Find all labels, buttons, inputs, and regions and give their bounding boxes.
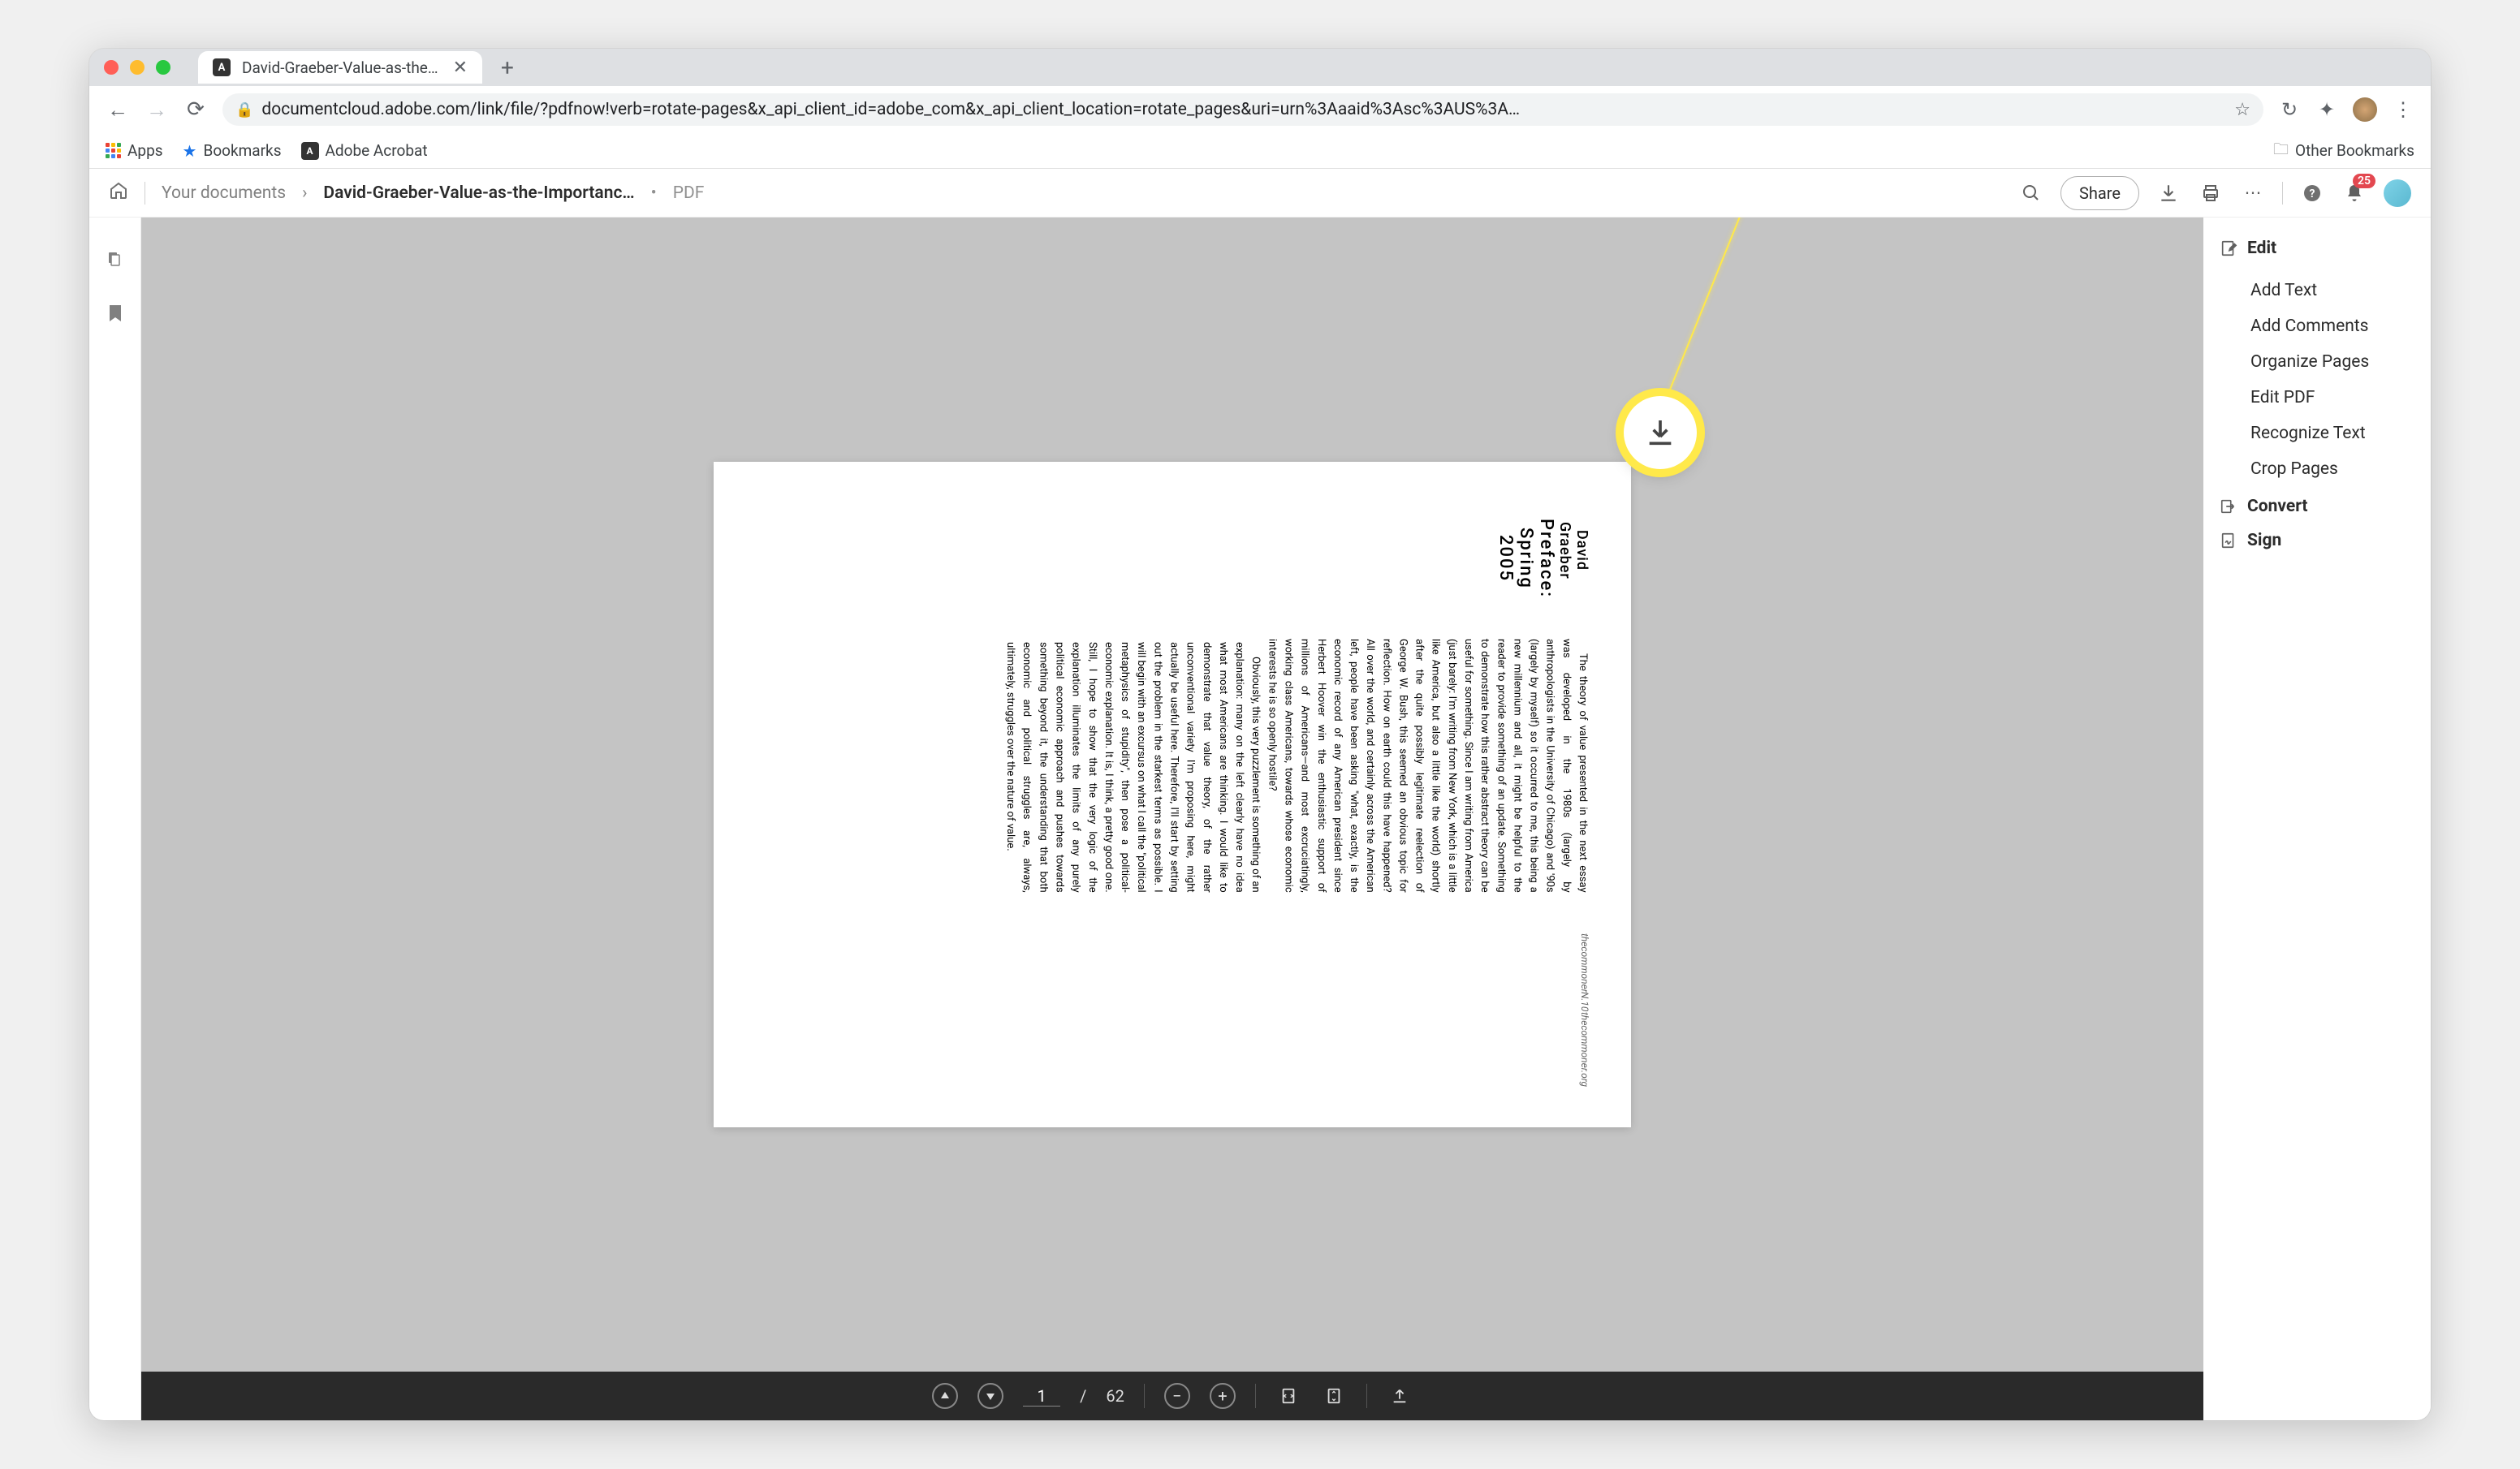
home-icon[interactable] [109,181,128,205]
forward-button[interactable]: → [145,97,169,123]
notification-badge: 25 [2353,174,2375,188]
doc-footer-right: thecommoner.org [754,1012,1590,1087]
fit-page-button[interactable] [1321,1383,1347,1409]
omnibox[interactable]: 🔒 documentcloud.adobe.com/link/file/?pdf… [222,93,2263,126]
fit-width-button[interactable] [1275,1383,1301,1409]
filetype-sep: • [651,183,657,203]
doc-paragraph-1: The theory of value presented in the nex… [1263,639,1590,893]
notifications-button[interactable]: 25 [2341,180,2367,206]
close-window-button[interactable] [104,60,119,75]
app-content: Your documents › David-Graeber-Value-as-… [89,169,2431,1420]
tab-title: David-Graeber-Value-as-the-I… [242,58,442,77]
acrobat-label: Adobe Acrobat [326,141,428,160]
crop-pages-item[interactable]: Crop Pages [2220,451,2414,487]
maximize-window-button[interactable] [156,60,170,75]
total-pages: 62 [1106,1386,1124,1406]
left-sidebar [89,218,141,1420]
next-page-button[interactable] [977,1383,1003,1409]
address-bar: ← → ⟳ 🔒 documentcloud.adobe.com/link/fil… [89,86,2431,133]
doc-preface-title: Preface: Spring 2005 [1495,519,1556,598]
browser-menu-icon[interactable]: ⋮ [2392,98,2414,121]
star-icon: ★ [183,141,197,161]
app-header: Your documents › David-Graeber-Value-as-… [89,169,2431,218]
acrobat-shortcut[interactable]: A Adobe Acrobat [301,141,428,160]
right-panel: Edit Add Text Add Comments Organize Page… [2203,218,2431,1420]
back-button[interactable]: ← [106,97,130,123]
tab-strip: A David-Graeber-Value-as-the-I… ✕ + [89,49,2431,86]
page-wrapper[interactable]: David Graeber Preface: Spring 2005 The t… [141,218,2203,1372]
sign-section-header[interactable]: Sign [2220,531,2414,550]
bookmarks-label: Bookmarks [203,141,281,160]
apps-label: Apps [127,141,163,160]
add-text-item[interactable]: Add Text [2220,273,2414,308]
breadcrumb-root[interactable]: Your documents [162,183,286,203]
page-number-input[interactable] [1023,1386,1060,1407]
other-bookmarks[interactable]: 🗀 Other Bookmarks [2273,138,2414,164]
recognize-text-item[interactable]: Recognize Text [2220,416,2414,451]
doc-footer-left: thecommoner [754,933,1590,993]
share-button[interactable]: Share [2060,176,2139,210]
download-callout [1624,396,1697,469]
bookmark-star-icon[interactable]: ☆ [2234,100,2250,120]
zoom-out-button[interactable]: − [1164,1383,1190,1409]
doc-footer-mid: N.10 [754,992,1590,1011]
add-comments-item[interactable]: Add Comments [2220,308,2414,344]
page-sep: / [1080,1386,1086,1406]
folder-icon: 🗀 [2273,138,2289,164]
bookmarks-bar: Apps ★ Bookmarks A Adobe Acrobat 🗀 Other… [89,133,2431,169]
page-controls: / 62 − + [141,1372,2203,1420]
updates-icon[interactable]: ↻ [2278,98,2301,121]
zoom-in-button[interactable]: + [1210,1383,1236,1409]
apps-grid-icon [106,143,121,158]
lock-icon: 🔒 [235,101,253,118]
prev-page-button[interactable] [932,1383,958,1409]
download-icon [1644,416,1676,449]
minimize-window-button[interactable] [130,60,145,75]
url-text: documentcloud.adobe.com/link/file/?pdfno… [261,100,2226,119]
upload-button[interactable] [1387,1383,1413,1409]
bookmarks-shortcut[interactable]: ★ Bookmarks [183,141,282,161]
acrobat-icon: A [301,142,319,160]
edit-pdf-item[interactable]: Edit PDF [2220,380,2414,416]
browser-tab[interactable]: A David-Graeber-Value-as-the-I… ✕ [198,51,482,84]
reload-button[interactable]: ⟳ [183,97,208,122]
extensions-icon[interactable]: ✦ [2315,98,2338,121]
close-tab-icon[interactable]: ✕ [453,58,468,78]
user-avatar[interactable] [2384,179,2411,207]
search-icon[interactable] [2018,180,2044,206]
window-controls [104,60,170,75]
convert-section-header[interactable]: Convert [2220,497,2414,516]
help-icon[interactable]: ? [2299,180,2325,206]
document-area: David Graeber Preface: Spring 2005 The t… [141,218,2203,1420]
breadcrumb-filename: David-Graeber-Value-as-the-Importanc… [323,183,634,203]
more-actions-icon[interactable]: ⋯ [2240,180,2266,206]
print-button[interactable] [2198,180,2224,206]
chevron-right-icon: › [302,183,307,203]
doc-author: David Graeber [1556,502,1590,598]
browser-window: A David-Graeber-Value-as-the-I… ✕ + ← → … [89,49,2431,1420]
apps-shortcut[interactable]: Apps [106,141,163,160]
profile-avatar[interactable] [2353,97,2377,122]
doc-paragraph-2: Obviously, this very puzzlement is somet… [1002,642,1263,893]
tab-favicon: A [213,58,231,76]
download-button[interactable] [2155,180,2181,206]
edit-section-header[interactable]: Edit [2220,239,2414,258]
new-tab-button[interactable]: + [494,54,521,81]
organize-pages-item[interactable]: Organize Pages [2220,344,2414,380]
bookmark-ribbon-icon[interactable] [107,304,123,326]
thumbnails-icon[interactable] [106,250,125,273]
pdf-page: David Graeber Preface: Spring 2005 The t… [714,462,1631,1127]
app-main-row: David Graeber Preface: Spring 2005 The t… [89,218,2431,1420]
filetype-label: PDF [673,183,705,203]
svg-text:?: ? [2310,187,2315,200]
other-bookmarks-label: Other Bookmarks [2295,141,2414,160]
